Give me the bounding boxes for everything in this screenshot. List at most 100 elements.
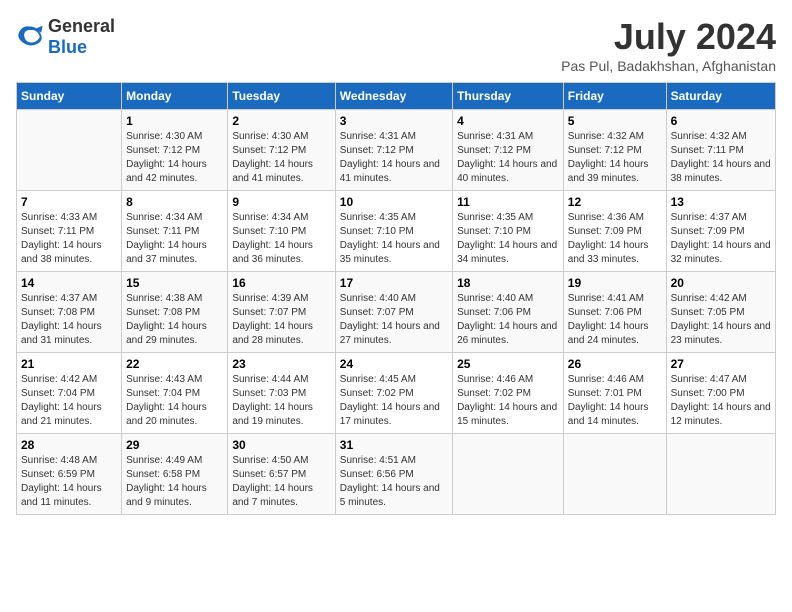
calendar-cell: 16 Sunrise: 4:39 AMSunset: 7:07 PMDayligh… (228, 272, 335, 353)
day-info: Sunrise: 4:30 AMSunset: 7:12 PMDaylight:… (126, 130, 223, 186)
calendar-cell: 9 Sunrise: 4:34 AMSunset: 7:10 PMDaylight… (228, 191, 335, 272)
header-thursday: Thursday (453, 83, 564, 110)
calendar-cell: 29Sunrise: 4:49 AMSunset: 6:58 PMDayligh… (122, 434, 228, 515)
day-number: 1 (126, 114, 223, 128)
calendar-cell: 7 Sunrise: 4:33 AMSunset: 7:11 PMDaylight… (17, 191, 122, 272)
day-number: 23 (232, 357, 330, 371)
day-info: Sunrise: 4:32 AMSunset: 7:12 PMDaylight:… (568, 130, 662, 186)
week-row-5: 28 Sunrise: 4:48 AMSunset: 6:59 PMDayligh… (17, 434, 776, 515)
week-row-2: 7 Sunrise: 4:33 AMSunset: 7:11 PMDaylight… (17, 191, 776, 272)
day-info: Sunrise: 4:39 AMSunset: 7:07 PMDaylight:… (232, 292, 330, 348)
logo-icon (16, 23, 44, 51)
calendar-cell (17, 110, 122, 191)
week-row-4: 21Sunrise: 4:42 AMSunset: 7:04 PMDayligh… (17, 353, 776, 434)
day-info: Sunrise: 4:47 AMSunset: 7:00 PMDaylight:… (671, 373, 771, 429)
day-info: Sunrise: 4:38 AMSunset: 7:08 PMDaylight:… (126, 292, 223, 348)
header-tuesday: Tuesday (228, 83, 335, 110)
calendar-cell: 6 Sunrise: 4:32 AMSunset: 7:11 PMDaylight… (666, 110, 775, 191)
week-row-3: 14 Sunrise: 4:37 AMSunset: 7:08 PMDayligh… (17, 272, 776, 353)
day-number: 6 (671, 114, 771, 128)
calendar-cell: 8Sunrise: 4:34 AMSunset: 7:11 PMDaylight… (122, 191, 228, 272)
logo: General Blue (16, 16, 115, 58)
day-number: 4 (457, 114, 559, 128)
calendar-cell: 19Sunrise: 4:41 AMSunset: 7:06 PMDayligh… (563, 272, 666, 353)
logo-text: General Blue (48, 16, 115, 58)
calendar-cell: 4 Sunrise: 4:31 AMSunset: 7:12 PMDaylight… (453, 110, 564, 191)
header-row: SundayMondayTuesdayWednesdayThursdayFrid… (17, 83, 776, 110)
day-info: Sunrise: 4:50 AMSunset: 6:57 PMDaylight:… (232, 454, 330, 510)
calendar-cell: 13 Sunrise: 4:37 AMSunset: 7:09 PMDayligh… (666, 191, 775, 272)
calendar-cell: 30Sunrise: 4:50 AMSunset: 6:57 PMDayligh… (228, 434, 335, 515)
calendar-cell: 2 Sunrise: 4:30 AMSunset: 7:12 PMDaylight… (228, 110, 335, 191)
calendar-cell: 22 Sunrise: 4:43 AMSunset: 7:04 PMDayligh… (122, 353, 228, 434)
main-title: July 2024 (561, 16, 776, 58)
day-info: Sunrise: 4:43 AMSunset: 7:04 PMDaylight:… (126, 373, 223, 429)
day-number: 10 (340, 195, 448, 209)
calendar-cell: 5Sunrise: 4:32 AMSunset: 7:12 PMDaylight… (563, 110, 666, 191)
day-info: Sunrise: 4:40 AMSunset: 7:07 PMDaylight:… (340, 292, 448, 348)
calendar-cell: 17Sunrise: 4:40 AMSunset: 7:07 PMDayligh… (335, 272, 452, 353)
calendar-cell: 15Sunrise: 4:38 AMSunset: 7:08 PMDayligh… (122, 272, 228, 353)
day-info: Sunrise: 4:40 AMSunset: 7:06 PMDaylight:… (457, 292, 559, 348)
calendar-cell: 10 Sunrise: 4:35 AMSunset: 7:10 PMDayligh… (335, 191, 452, 272)
day-number: 31 (340, 438, 448, 452)
calendar-cell: 27 Sunrise: 4:47 AMSunset: 7:00 PMDayligh… (666, 353, 775, 434)
day-number: 16 (232, 276, 330, 290)
day-info: Sunrise: 4:46 AMSunset: 7:01 PMDaylight:… (568, 373, 662, 429)
day-info: Sunrise: 4:46 AMSunset: 7:02 PMDaylight:… (457, 373, 559, 429)
day-number: 24 (340, 357, 448, 371)
title-area: July 2024 Pas Pul, Badakhshan, Afghanist… (561, 16, 776, 74)
day-number: 7 (21, 195, 117, 209)
calendar-cell: 11Sunrise: 4:35 AMSunset: 7:10 PMDayligh… (453, 191, 564, 272)
day-number: 3 (340, 114, 448, 128)
day-number: 9 (232, 195, 330, 209)
calendar-cell: 18Sunrise: 4:40 AMSunset: 7:06 PMDayligh… (453, 272, 564, 353)
day-info: Sunrise: 4:37 AMSunset: 7:08 PMDaylight:… (21, 292, 117, 348)
day-info: Sunrise: 4:45 AMSunset: 7:02 PMDaylight:… (340, 373, 448, 429)
day-info: Sunrise: 4:36 AMSunset: 7:09 PMDaylight:… (568, 211, 662, 267)
day-info: Sunrise: 4:31 AMSunset: 7:12 PMDaylight:… (340, 130, 448, 186)
day-info: Sunrise: 4:37 AMSunset: 7:09 PMDaylight:… (671, 211, 771, 267)
logo-general: General (48, 16, 115, 36)
day-number: 13 (671, 195, 771, 209)
week-row-1: 1 Sunrise: 4:30 AMSunset: 7:12 PMDaylight… (17, 110, 776, 191)
day-number: 22 (126, 357, 223, 371)
day-number: 19 (568, 276, 662, 290)
day-info: Sunrise: 4:42 AMSunset: 7:04 PMDaylight:… (21, 373, 117, 429)
day-number: 28 (21, 438, 117, 452)
day-info: Sunrise: 4:51 AMSunset: 6:56 PMDaylight:… (340, 454, 448, 510)
header-monday: Monday (122, 83, 228, 110)
calendar-cell (563, 434, 666, 515)
day-info: Sunrise: 4:48 AMSunset: 6:59 PMDaylight:… (21, 454, 117, 510)
day-info: Sunrise: 4:34 AMSunset: 7:10 PMDaylight:… (232, 211, 330, 267)
day-number: 25 (457, 357, 559, 371)
day-number: 14 (21, 276, 117, 290)
logo-blue: Blue (48, 37, 87, 57)
subtitle: Pas Pul, Badakhshan, Afghanistan (561, 58, 776, 74)
day-number: 12 (568, 195, 662, 209)
day-info: Sunrise: 4:31 AMSunset: 7:12 PMDaylight:… (457, 130, 559, 186)
day-info: Sunrise: 4:30 AMSunset: 7:12 PMDaylight:… (232, 130, 330, 186)
calendar-cell: 3 Sunrise: 4:31 AMSunset: 7:12 PMDaylight… (335, 110, 452, 191)
day-info: Sunrise: 4:33 AMSunset: 7:11 PMDaylight:… (21, 211, 117, 267)
calendar-cell: 12 Sunrise: 4:36 AMSunset: 7:09 PMDayligh… (563, 191, 666, 272)
calendar-cell: 1 Sunrise: 4:30 AMSunset: 7:12 PMDaylight… (122, 110, 228, 191)
day-number: 26 (568, 357, 662, 371)
calendar-table: SundayMondayTuesdayWednesdayThursdayFrid… (16, 82, 776, 515)
day-number: 27 (671, 357, 771, 371)
calendar-cell: 31 Sunrise: 4:51 AMSunset: 6:56 PMDayligh… (335, 434, 452, 515)
calendar-cell (666, 434, 775, 515)
calendar-cell: 25 Sunrise: 4:46 AMSunset: 7:02 PMDayligh… (453, 353, 564, 434)
day-info: Sunrise: 4:35 AMSunset: 7:10 PMDaylight:… (340, 211, 448, 267)
day-info: Sunrise: 4:44 AMSunset: 7:03 PMDaylight:… (232, 373, 330, 429)
calendar-cell: 24 Sunrise: 4:45 AMSunset: 7:02 PMDayligh… (335, 353, 452, 434)
calendar-cell: 21Sunrise: 4:42 AMSunset: 7:04 PMDayligh… (17, 353, 122, 434)
calendar-cell: 20 Sunrise: 4:42 AMSunset: 7:05 PMDayligh… (666, 272, 775, 353)
day-info: Sunrise: 4:42 AMSunset: 7:05 PMDaylight:… (671, 292, 771, 348)
day-info: Sunrise: 4:34 AMSunset: 7:11 PMDaylight:… (126, 211, 223, 267)
header: General Blue July 2024 Pas Pul, Badakhsh… (16, 16, 776, 74)
day-number: 2 (232, 114, 330, 128)
day-number: 20 (671, 276, 771, 290)
day-info: Sunrise: 4:32 AMSunset: 7:11 PMDaylight:… (671, 130, 771, 186)
header-friday: Friday (563, 83, 666, 110)
